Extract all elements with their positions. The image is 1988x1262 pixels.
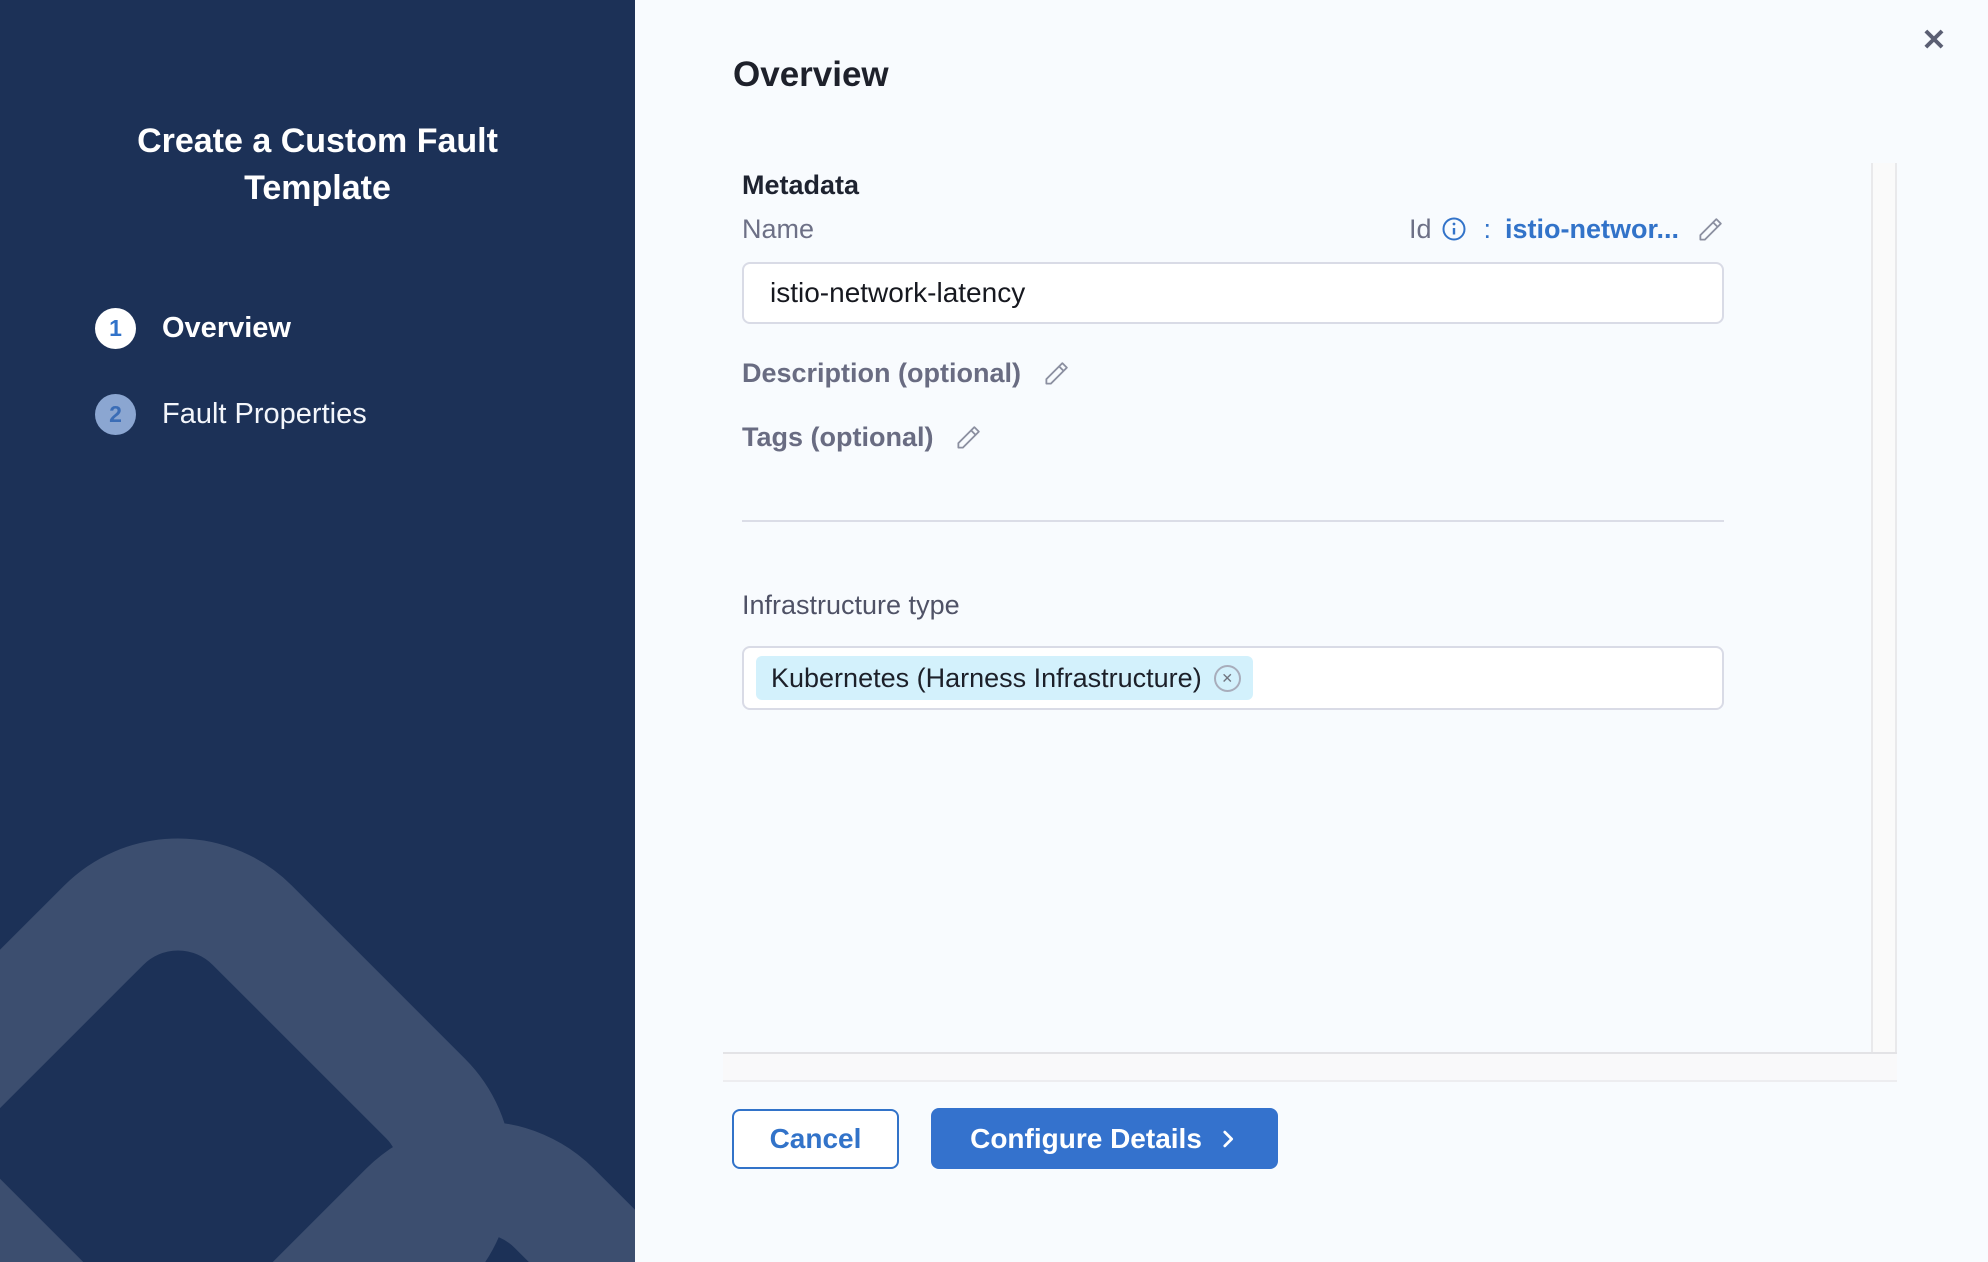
step-1-label: Overview (162, 312, 291, 345)
chevron-right-icon (1217, 1128, 1239, 1150)
close-icon[interactable]: ✕ (1912, 18, 1956, 62)
edit-tags-icon[interactable] (955, 424, 982, 451)
edit-description-icon[interactable] (1043, 360, 1070, 387)
vertical-scrollbar-track[interactable] (1871, 163, 1897, 1054)
metadata-section-title: Metadata (742, 170, 859, 201)
configure-details-button[interactable]: Configure Details (931, 1108, 1278, 1169)
name-id-row: Name Id : istio-networ... (742, 209, 1724, 249)
name-input[interactable] (742, 262, 1724, 324)
infrastructure-chip-label: Kubernetes (Harness Infrastructure) (771, 663, 1202, 694)
wizard-title: Create a Custom Fault Template (0, 118, 635, 212)
cancel-button[interactable]: Cancel (732, 1109, 899, 1169)
step-2-circle: 2 (95, 394, 136, 435)
tags-row: Tags (optional) (742, 422, 982, 453)
step-fault-properties[interactable]: 2 Fault Properties (95, 394, 367, 435)
step-2-label: Fault Properties (162, 398, 367, 431)
chip-remove-icon[interactable]: ✕ (1214, 665, 1241, 692)
infrastructure-type-input[interactable]: Kubernetes (Harness Infrastructure) ✕ (742, 646, 1724, 710)
name-label: Name (742, 214, 814, 245)
infrastructure-type-label: Infrastructure type (742, 590, 960, 621)
step-overview[interactable]: 1 Overview (95, 308, 367, 349)
id-value-link[interactable]: istio-networ... (1505, 214, 1679, 245)
id-separator: : (1483, 214, 1491, 245)
configure-details-label: Configure Details (970, 1123, 1202, 1155)
horizontal-scrollbar-track[interactable] (723, 1052, 1897, 1082)
infrastructure-chip: Kubernetes (Harness Infrastructure) ✕ (756, 656, 1253, 700)
tags-label: Tags (optional) (742, 422, 933, 453)
harness-logo-watermark (0, 612, 635, 1262)
edit-id-icon[interactable] (1697, 216, 1724, 243)
description-row: Description (optional) (742, 358, 1070, 389)
step-1-circle: 1 (95, 308, 136, 349)
page-title: Overview (733, 55, 889, 95)
overview-form-scroll-area: Metadata Name Id : istio-networ... D (723, 163, 1897, 1082)
id-label: Id (1409, 214, 1432, 245)
description-label: Description (optional) (742, 358, 1021, 389)
wizard-steps: 1 Overview 2 Fault Properties (95, 308, 367, 435)
info-icon[interactable] (1441, 216, 1467, 242)
wizard-sidebar: Create a Custom Fault Template 1 Overvie… (0, 0, 635, 1262)
id-group: Id : istio-networ... (1409, 214, 1724, 245)
section-divider (742, 520, 1724, 522)
